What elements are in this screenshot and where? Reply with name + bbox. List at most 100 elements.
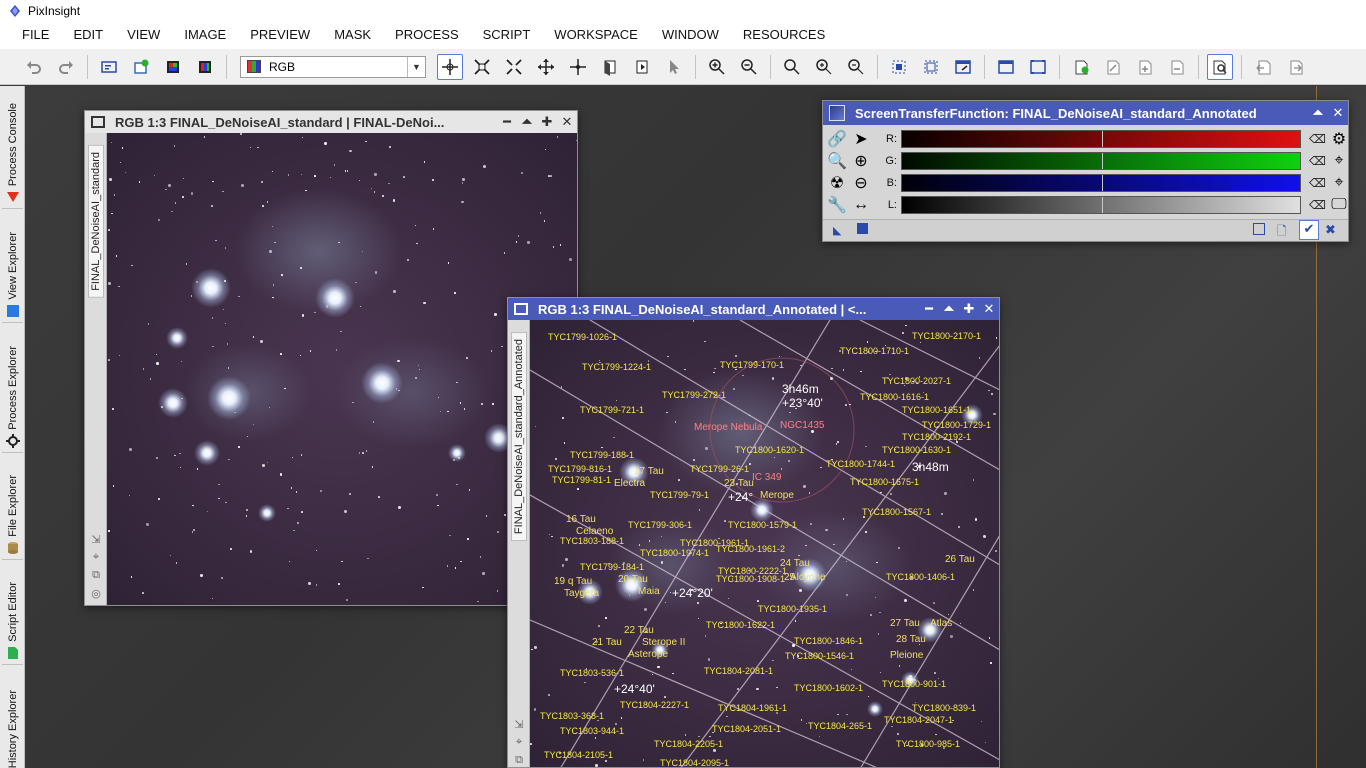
channel-select[interactable]: RGB ▼ (240, 55, 426, 78)
crosshair-icon[interactable]: ⌖ (1329, 173, 1349, 193)
apply-check-icon[interactable]: ✔ (1299, 220, 1319, 240)
pointer-icon[interactable]: ➤ (851, 129, 871, 149)
menu-file[interactable]: FILE (0, 21, 61, 49)
fit-window-button[interactable] (886, 54, 912, 80)
horizontal-arrows-icon[interactable]: ↔ (851, 195, 871, 215)
menu-window[interactable]: WINDOW (650, 21, 731, 49)
remove-preview-button[interactable] (1164, 54, 1190, 80)
image-window-titlebar[interactable]: RGB 1:3 FINAL_DeNoiseAI_standard_Annotat… (508, 298, 999, 320)
center-view-button[interactable] (565, 54, 591, 80)
image-window-titlebar[interactable]: RGB 1:3 FINAL_DeNoiseAI_standard | FINAL… (85, 111, 577, 133)
redo-button[interactable] (53, 54, 79, 80)
window-export-button[interactable] (950, 54, 976, 80)
zoom-plus-icon[interactable]: ⊕ (851, 151, 871, 171)
reset-channel-icon[interactable]: ⌫ (1309, 132, 1329, 146)
auto-stretch-icon[interactable]: ☢ (827, 173, 847, 193)
dock-tab-file-explorer[interactable]: File Explorer (2, 455, 23, 560)
image-window-standard[interactable]: RGB 1:3 FINAL_DeNoiseAI_standard | FINAL… (84, 110, 578, 606)
luminance-slider[interactable] (901, 196, 1301, 214)
zoom-fit-width-button[interactable] (811, 54, 837, 80)
menu-preview[interactable]: PREVIEW (238, 21, 322, 49)
fit-view-window-button[interactable] (918, 54, 944, 80)
menu-script[interactable]: SCRIPT (471, 21, 543, 49)
dock-tab-process-explorer[interactable]: Process Explorer (2, 325, 23, 453)
red-channel-slider[interactable] (901, 130, 1301, 148)
new-preview-button[interactable] (1068, 54, 1094, 80)
annotated-canvas[interactable]: TYC1799-1026-1 TYC1800-2170-1 TYC1800-1710… (530, 320, 999, 767)
zoom-in-button[interactable] (704, 54, 730, 80)
link-channels-icon[interactable]: 🔗 (827, 129, 847, 149)
menu-image[interactable]: IMAGE (172, 21, 238, 49)
monitor-icon[interactable]: 🖵 (1329, 195, 1349, 215)
new-image-button[interactable] (128, 54, 154, 80)
menu-resources[interactable]: RESOURCES (731, 21, 837, 49)
preview-mode-button[interactable] (629, 54, 655, 80)
zoom-fit-button[interactable] (469, 54, 495, 80)
reset-channel-icon[interactable]: ⌫ (1309, 198, 1329, 212)
copy-icon[interactable]: ⧉ (89, 569, 103, 583)
close-icon[interactable]: ✕ (1328, 105, 1348, 121)
crosshair-icon[interactable]: ⌖ (1329, 151, 1349, 171)
gear-icon[interactable]: ⚙ (1329, 129, 1349, 149)
dock-tab-view-explorer[interactable]: View Explorer (2, 211, 23, 323)
document-icon[interactable]: 🗋 (1277, 222, 1287, 243)
mask-mode-button[interactable] (597, 54, 623, 80)
zoom-in-icon[interactable]: 🔍 (827, 151, 847, 171)
zoom-1-1-button[interactable] (779, 54, 805, 80)
select-mode-button[interactable] (661, 54, 687, 80)
reset-icon[interactable] (1253, 223, 1265, 235)
explore-button[interactable] (1207, 53, 1233, 80)
extract-channels-button[interactable] (192, 54, 218, 80)
zoom-fit-height-button[interactable] (843, 54, 869, 80)
screen-transfer-function-panel[interactable]: ScreenTransferFunction: FINAL_DeNoiseAI_… (822, 100, 1349, 242)
identifier-button[interactable] (96, 54, 122, 80)
fit-view-button[interactable] (501, 54, 527, 80)
dock-tab-process-console[interactable]: Process Console (2, 86, 23, 209)
color-image-button[interactable] (160, 54, 186, 80)
stf-titlebar[interactable]: ScreenTransferFunction: FINAL_DeNoiseAI_… (823, 101, 1348, 125)
apply-global-icon[interactable] (857, 223, 868, 234)
cancel-x-icon[interactable]: ✖ (1325, 222, 1336, 238)
pin-icon[interactable]: ⇲ (89, 533, 103, 547)
tile-windows-button[interactable] (1025, 54, 1051, 80)
close-icon[interactable]: ✕ (557, 114, 577, 130)
edit-preview-button[interactable] (1100, 54, 1126, 80)
document-back-button[interactable] (1250, 54, 1276, 80)
dock-tab-history-explorer[interactable]: History Explorer (2, 667, 23, 768)
dock-tab-script-editor[interactable]: Script Editor (2, 562, 23, 665)
shade-icon[interactable]: ⏶ (517, 114, 537, 130)
menu-view[interactable]: VIEW (115, 21, 172, 49)
crosshair-small-icon[interactable]: ⌖ (512, 736, 526, 750)
wrench-icon[interactable]: 🔧 (827, 195, 847, 215)
image-window-annotated[interactable]: RGB 1:3 FINAL_DeNoiseAI_standard_Annotat… (507, 297, 1000, 768)
reset-channel-icon[interactable]: ⌫ (1309, 154, 1329, 168)
new-instance-icon[interactable]: ◣ (833, 224, 841, 237)
reset-channel-icon[interactable]: ⌫ (1309, 176, 1329, 190)
maximize-window-button[interactable] (993, 54, 1019, 80)
document-forward-button[interactable] (1282, 54, 1308, 80)
maximize-icon[interactable]: ✚ (959, 301, 979, 317)
zoom-out-button[interactable] (736, 54, 762, 80)
add-preview-button[interactable] (1132, 54, 1158, 80)
image-id-tab[interactable]: FINAL_DeNoiseAI_standard_Annotated (511, 332, 527, 542)
target-icon[interactable]: ◎ (89, 587, 103, 601)
menu-edit[interactable]: EDIT (61, 21, 115, 49)
pin-icon[interactable]: ⇲ (512, 718, 526, 732)
menu-process[interactable]: PROCESS (383, 21, 471, 49)
readout-mode-button[interactable] (437, 53, 463, 80)
maximize-icon[interactable]: ✚ (537, 114, 557, 130)
blue-channel-slider[interactable] (901, 174, 1301, 192)
zoom-out-icon[interactable]: ⊖ (851, 173, 871, 193)
shade-icon[interactable]: ⏶ (939, 301, 959, 317)
minimize-icon[interactable]: ━ (497, 114, 517, 130)
menu-mask[interactable]: MASK (322, 21, 383, 49)
copy-icon[interactable]: ⧉ (512, 754, 526, 768)
shade-icon[interactable]: ⏶ (1308, 105, 1328, 121)
undo-button[interactable] (21, 54, 47, 80)
image-id-tab[interactable]: FINAL_DeNoiseAI_standard (88, 145, 104, 298)
pan-mode-button[interactable] (533, 54, 559, 80)
menu-workspace[interactable]: WORKSPACE (542, 21, 650, 49)
close-icon[interactable]: ✕ (979, 301, 999, 317)
crosshair-small-icon[interactable]: ⌖ (89, 551, 103, 565)
green-channel-slider[interactable] (901, 152, 1301, 170)
